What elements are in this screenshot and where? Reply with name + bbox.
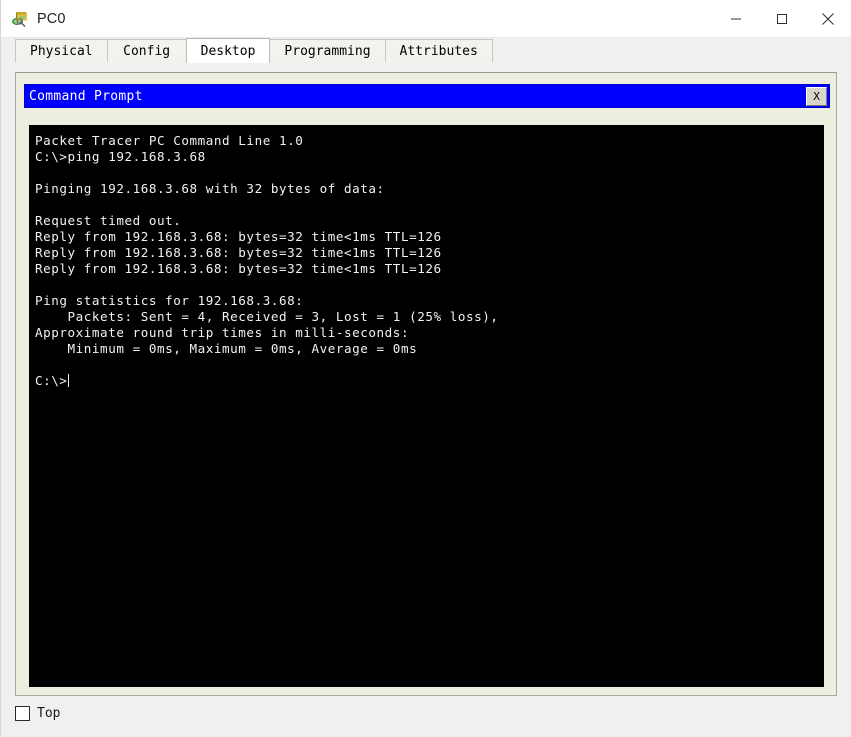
- terminal-line: Pinging 192.168.3.68 with 32 bytes of da…: [35, 181, 385, 196]
- top-option-row: Top: [15, 706, 60, 721]
- window-title: PC0: [37, 10, 66, 27]
- command-prompt-window: Command Prompt X Packet Tracer PC Comman…: [24, 84, 830, 687]
- terminal-line: C:\>ping 192.168.3.68: [35, 149, 206, 164]
- terminal-line: Reply from 192.168.3.68: bytes=32 time<1…: [35, 261, 442, 276]
- command-prompt-titlebar[interactable]: Command Prompt X: [24, 84, 830, 108]
- tab-desktop-label: Desktop: [200, 43, 256, 59]
- tab-config[interactable]: Config: [106, 39, 187, 62]
- window-titlebar: PC0: [1, 0, 851, 38]
- tab-programming-label: Programming: [284, 43, 371, 59]
- pc-device-icon: [11, 10, 29, 28]
- terminal-line: Reply from 192.168.3.68: bytes=32 time<1…: [35, 229, 442, 244]
- terminal-line: Approximate round trip times in milli-se…: [35, 325, 410, 340]
- tab-programming[interactable]: Programming: [269, 39, 386, 62]
- tab-config-label: Config: [123, 43, 171, 59]
- tab-attributes-label: Attributes: [399, 43, 478, 59]
- close-icon[interactable]: [805, 0, 851, 38]
- window-controls: [713, 0, 851, 38]
- top-checkbox-label: Top: [37, 706, 61, 721]
- terminal-line: Minimum = 0ms, Maximum = 0ms, Average = …: [35, 341, 418, 356]
- minimize-icon[interactable]: [713, 0, 759, 38]
- terminal-cursor: [67, 374, 69, 387]
- maximize-icon[interactable]: [759, 0, 805, 38]
- terminal-line: Ping statistics for 192.168.3.68:: [35, 293, 304, 308]
- terminal-output-area[interactable]: Packet Tracer PC Command Line 1.0 C:\>pin…: [29, 125, 824, 687]
- command-prompt-title: Command Prompt: [29, 88, 143, 104]
- tab-attributes[interactable]: Attributes: [384, 39, 493, 62]
- top-checkbox[interactable]: [15, 706, 30, 721]
- terminal-line: Reply from 192.168.3.68: bytes=32 time<1…: [35, 245, 442, 260]
- terminal-line: Request timed out.: [35, 213, 182, 228]
- terminal-line: Packet Tracer PC Command Line 1.0: [35, 133, 304, 148]
- pc0-device-window: PC0 Physical Config Desktop Programming …: [0, 0, 851, 737]
- desktop-tab-panel: Command Prompt X Packet Tracer PC Comman…: [15, 72, 837, 696]
- tab-physical-label: Physical: [30, 43, 93, 59]
- tab-physical[interactable]: Physical: [15, 39, 108, 62]
- terminal-lines: Packet Tracer PC Command Line 1.0 C:\>pin…: [35, 133, 824, 389]
- titlebar-left-group: PC0: [1, 10, 66, 28]
- tab-desktop[interactable]: Desktop: [185, 38, 271, 63]
- terminal-line: C:\>: [35, 373, 69, 388]
- device-tabs: Physical Config Desktop Programming Attr…: [1, 38, 851, 63]
- command-prompt-close-button[interactable]: X: [806, 87, 827, 106]
- terminal-line: Packets: Sent = 4, Received = 3, Lost = …: [35, 309, 499, 324]
